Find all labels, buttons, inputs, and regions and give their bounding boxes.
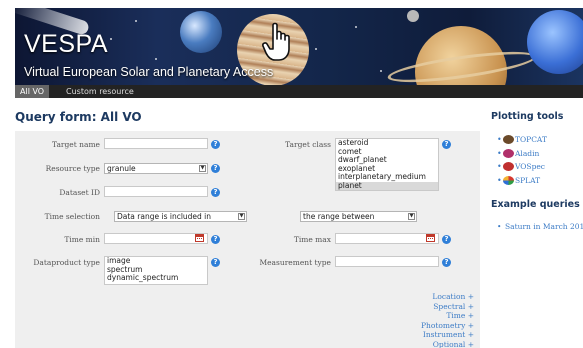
- brand-logo-text[interactable]: VESPA: [24, 30, 108, 59]
- dropdown-arrow-icon: ▼: [199, 165, 206, 172]
- calendar-icon[interactable]: [195, 234, 204, 242]
- measurement-type-label: Measurement type: [259, 258, 331, 267]
- example-queries-title: Example queries: [491, 199, 580, 210]
- splat-icon: [503, 175, 514, 185]
- dataproduct-type-help-icon[interactable]: ?: [211, 258, 220, 267]
- time-selection-label: Time selection: [44, 212, 100, 221]
- tool-splat[interactable]: SPLAT: [497, 175, 547, 189]
- time-selection-value: Data range is included in: [117, 212, 212, 221]
- target-class-listbox[interactable]: asteroid comet dwarf_planet exoplanet in…: [335, 138, 439, 191]
- topcat-icon: [503, 135, 514, 144]
- measurement-type-help-icon[interactable]: ?: [442, 258, 451, 267]
- instrument-expander[interactable]: Instrument +: [421, 330, 474, 340]
- time-max-help-icon[interactable]: ?: [442, 235, 451, 244]
- query-form: Target name ? Resource type granule ▼ ? …: [15, 131, 480, 348]
- example-query-link[interactable]: Saturn in March 2012: [497, 222, 583, 231]
- optional-sections: Location + Spectral + Time + Photometry …: [421, 292, 474, 348]
- resource-type-help-icon[interactable]: ?: [211, 164, 220, 173]
- dataproduct-type-listbox[interactable]: image spectrum dynamic_spectrum: [104, 256, 208, 285]
- time-min-input[interactable]: [104, 233, 208, 244]
- time-min-help-icon[interactable]: ?: [211, 235, 220, 244]
- measurement-type-input[interactable]: [335, 256, 439, 267]
- dataset-id-help-icon[interactable]: ?: [211, 188, 220, 197]
- resource-type-label: Resource type: [45, 164, 100, 173]
- tool-label: VOSpec: [515, 162, 546, 171]
- tab-custom-resource[interactable]: Custom resource: [61, 85, 139, 98]
- header-banner: VESPA Virtual European Solar and Planeta…: [15, 8, 583, 85]
- optional-expander[interactable]: Optional +: [421, 340, 474, 348]
- aladin-icon: [503, 148, 514, 158]
- tool-aladin[interactable]: Aladin: [497, 148, 547, 162]
- neptune-graphic: [527, 10, 583, 74]
- photometry-expander[interactable]: Photometry +: [421, 321, 474, 331]
- page-title: Query form: All VO: [15, 110, 142, 124]
- plotting-tools-list: TOPCAT Aladin VOSpec SPLAT: [497, 134, 547, 188]
- resource-type-select[interactable]: granule ▼: [104, 163, 208, 174]
- resource-type-value: granule: [107, 164, 136, 173]
- dropdown-arrow-icon: ▼: [408, 213, 415, 220]
- target-name-input[interactable]: [104, 138, 208, 149]
- tool-label: SPLAT: [515, 175, 541, 185]
- hand-cursor-icon: [262, 22, 290, 61]
- time-min-label: Time min: [64, 235, 100, 244]
- example-queries-list: Saturn in March 2012: [497, 222, 583, 231]
- time-max-label: Time max: [293, 235, 331, 244]
- target-class-label: Target class: [285, 140, 331, 149]
- target-name-help-icon[interactable]: ?: [211, 140, 220, 149]
- target-class-help-icon[interactable]: ?: [442, 140, 451, 149]
- target-name-label: Target name: [52, 140, 100, 149]
- dataproduct-type-label: Dataproduct type: [33, 258, 100, 267]
- dropdown-arrow-icon: ▼: [238, 213, 245, 220]
- time-range-select[interactable]: the range between ▼: [300, 211, 417, 222]
- time-expander[interactable]: Time +: [421, 311, 474, 321]
- moon-graphic: [407, 10, 419, 22]
- tool-topcat[interactable]: TOPCAT: [497, 134, 547, 148]
- time-selection-select[interactable]: Data range is included in ▼: [114, 211, 247, 222]
- plotting-tools-title: Plotting tools: [491, 111, 564, 122]
- vospec-icon: [503, 162, 514, 171]
- tool-label: TOPCAT: [515, 135, 547, 144]
- spectral-expander[interactable]: Spectral +: [421, 302, 474, 312]
- list-item-selected[interactable]: planet: [336, 181, 438, 190]
- time-range-value: the range between: [303, 212, 375, 221]
- dataset-id-input[interactable]: [104, 186, 208, 197]
- top-nav: All VO Custom resource: [15, 85, 583, 98]
- banner-subtitle: Virtual European Solar and Planetary Acc…: [24, 65, 274, 79]
- tab-all-vo[interactable]: All VO: [15, 85, 50, 98]
- time-max-input[interactable]: [335, 233, 439, 244]
- location-expander[interactable]: Location +: [421, 292, 474, 302]
- calendar-icon[interactable]: [426, 234, 435, 242]
- tool-vospec[interactable]: VOSpec: [497, 161, 547, 175]
- dataset-id-label: Dataset ID: [59, 188, 100, 197]
- earth-graphic: [180, 11, 222, 53]
- tool-label: Aladin: [515, 148, 540, 158]
- list-item[interactable]: dynamic_spectrum: [105, 273, 207, 283]
